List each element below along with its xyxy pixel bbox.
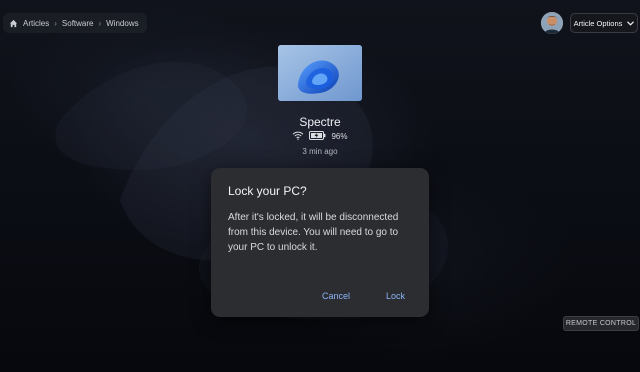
- lock-pc-dialog: Lock your PC? After it's locked, it will…: [211, 168, 429, 317]
- battery-level: 96%: [331, 132, 348, 141]
- dialog-actions: Cancel Lock: [322, 291, 405, 301]
- wifi-icon: [292, 131, 304, 142]
- article-options-label: Article Options: [573, 18, 623, 28]
- chevron-right-icon: ›: [98, 18, 102, 28]
- lock-button[interactable]: Lock: [386, 291, 405, 301]
- device-status: 96%: [0, 131, 640, 142]
- dialog-message: After it's locked, it will be disconnect…: [228, 212, 399, 253]
- avatar[interactable]: [541, 12, 563, 34]
- cancel-button[interactable]: Cancel: [322, 291, 350, 301]
- breadcrumb: Articles › Software › Windows: [3, 13, 147, 33]
- article-options-button[interactable]: Article Options: [570, 13, 638, 33]
- breadcrumb-item-windows[interactable]: Windows: [106, 19, 138, 28]
- battery-charging-icon: [309, 131, 326, 142]
- dialog-title: Lock your PC?: [228, 184, 307, 198]
- chevron-right-icon: ›: [54, 18, 57, 28]
- home-icon[interactable]: [9, 19, 18, 28]
- device-name: Spectre: [299, 115, 341, 129]
- remote-control-button[interactable]: REMOTE CONTROL: [563, 316, 639, 331]
- last-seen-time: 3 min ago: [302, 147, 338, 156]
- device-thumbnail: [278, 45, 362, 101]
- breadcrumb-item-software[interactable]: Software: [62, 19, 94, 28]
- breadcrumb-item-articles[interactable]: Articles: [23, 19, 49, 28]
- chevron-down-icon: [627, 19, 635, 28]
